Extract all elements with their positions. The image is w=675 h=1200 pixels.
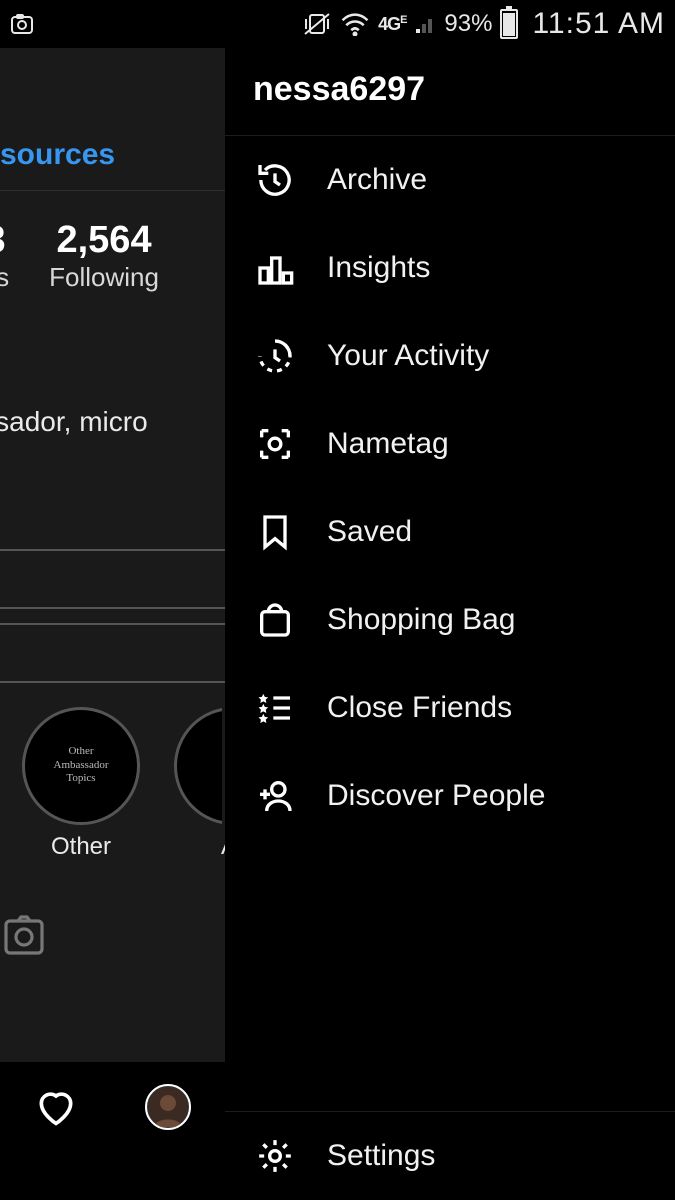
drawer-item-label: Settings <box>327 1139 435 1173</box>
drawer-item-shopping[interactable]: Shopping Bag <box>225 576 675 664</box>
insights-icon <box>253 246 297 290</box>
drawer-item-saved[interactable]: Saved <box>225 488 675 576</box>
drawer-item-activity[interactable]: Your Activity <box>225 312 675 400</box>
vibrate-icon <box>302 11 332 37</box>
wifi-icon <box>340 12 370 36</box>
drawer-item-label: Nametag <box>327 427 449 461</box>
drawer-item-discover[interactable]: Discover People <box>225 752 675 840</box>
profile-avatar-nav[interactable] <box>145 1084 191 1130</box>
activity-icon <box>253 334 297 378</box>
network-4g-icon: 4GE <box>378 15 406 33</box>
shopping-bag-icon <box>253 598 297 642</box>
drawer-item-nametag[interactable]: Nametag <box>225 400 675 488</box>
following-label: Following <box>49 262 159 293</box>
drawer-item-close-friends[interactable]: Close Friends <box>225 664 675 752</box>
drawer-username[interactable]: nessa6297 <box>225 48 675 135</box>
highlight-cover-text: Other Ambassador Topics <box>54 745 109 786</box>
battery-icon <box>500 9 518 39</box>
discover-people-icon <box>253 774 297 818</box>
camera-app-icon <box>10 12 34 36</box>
bottom-nav <box>0 1062 225 1150</box>
following-count: 2,564 <box>49 219 159 262</box>
heart-icon[interactable] <box>34 1085 78 1129</box>
highlight-label: Other <box>22 833 140 861</box>
followers-stat[interactable]: 33 vers <box>0 219 9 293</box>
status-time: 11:51 AM <box>532 7 665 41</box>
drawer-item-label: Saved <box>327 515 412 549</box>
battery-percent: 93% <box>444 10 492 38</box>
signal-icon <box>414 13 436 35</box>
settings-icon <box>253 1134 297 1178</box>
status-bar: 4GE 93% 11:51 AM <box>0 0 675 48</box>
highlight-other[interactable]: Other Ambassador Topics Other <box>22 707 140 861</box>
saved-icon <box>253 510 297 554</box>
drawer-item-settings[interactable]: Settings <box>225 1112 675 1200</box>
close-friends-icon <box>253 686 297 730</box>
drawer-item-insights[interactable]: Insights <box>225 224 675 312</box>
side-drawer: nessa6297 Archive Insights Your Activity <box>225 48 675 1200</box>
drawer-item-label: Discover People <box>327 779 545 813</box>
drawer-item-label: Close Friends <box>327 691 512 725</box>
following-stat[interactable]: 2,564 Following <box>49 219 159 293</box>
drawer-item-archive[interactable]: Archive <box>225 136 675 224</box>
archive-icon <box>253 158 297 202</box>
drawer-item-label: Insights <box>327 251 430 285</box>
followers-label: vers <box>0 262 9 293</box>
drawer-item-label: Shopping Bag <box>327 603 516 637</box>
drawer-item-label: Archive <box>327 163 427 197</box>
nametag-icon <box>253 422 297 466</box>
drawer-item-label: Your Activity <box>327 339 489 373</box>
followers-count: 33 <box>0 219 9 262</box>
